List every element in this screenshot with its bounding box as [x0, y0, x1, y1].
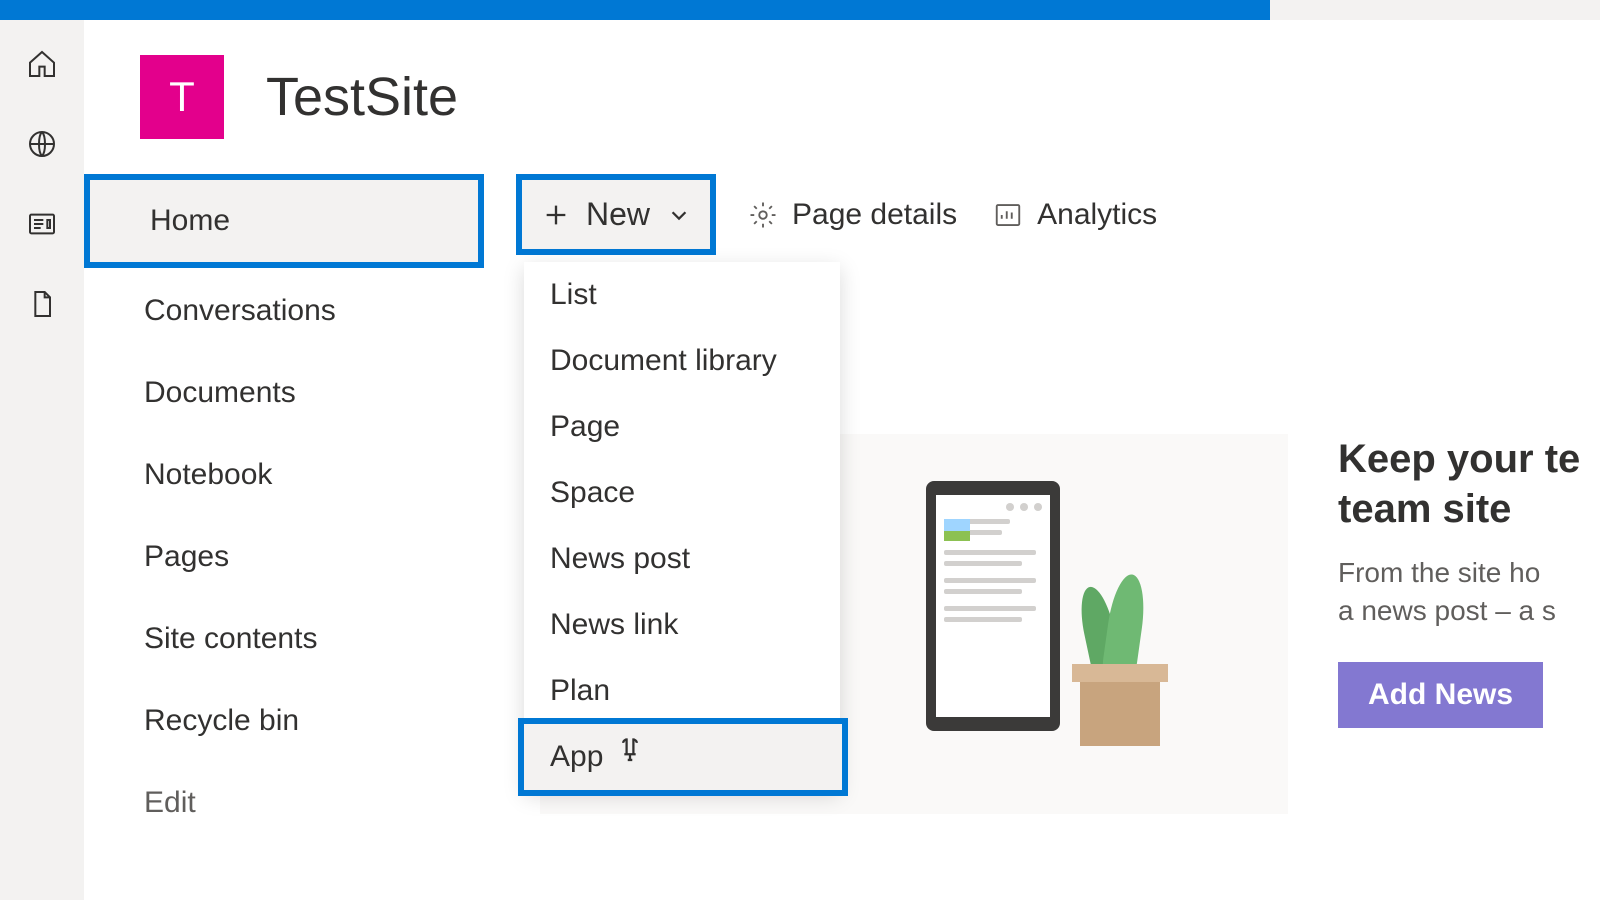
dropdown-item-page[interactable]: Page — [524, 394, 840, 460]
nav-item-conversations[interactable]: Conversations — [84, 270, 484, 352]
files-icon[interactable] — [26, 288, 58, 320]
dropdown-label: News link — [550, 608, 678, 641]
dropdown-item-space[interactable]: Space — [524, 460, 840, 526]
nav-item-pages[interactable]: Pages — [84, 516, 484, 598]
nav-label: Pages — [144, 540, 229, 573]
command-bar: New Page details Analytics — [516, 174, 1161, 255]
plus-icon — [542, 201, 570, 229]
add-news-button[interactable]: Add News — [1338, 662, 1543, 728]
news-title: Keep your te team site — [1338, 434, 1580, 534]
gear-icon — [748, 200, 778, 230]
page-details-button[interactable]: Page details — [744, 198, 961, 232]
new-button[interactable]: New — [516, 174, 716, 255]
nav-label: Notebook — [144, 458, 272, 491]
dropdown-label: List — [550, 278, 597, 311]
news-title-line2: team site — [1338, 487, 1511, 531]
nav-item-documents[interactable]: Documents — [84, 352, 484, 434]
dropdown-item-list[interactable]: List — [524, 262, 840, 328]
dropdown-item-news-post[interactable]: News post — [524, 526, 840, 592]
news-desc-line2: a news post – a s — [1338, 595, 1556, 626]
dropdown-label: Page — [550, 410, 620, 443]
nav-edit-link[interactable]: Edit — [84, 762, 484, 844]
news-column: Keep your te team site From the site ho … — [1338, 434, 1580, 728]
news-description: From the site ho a news post – a s — [1338, 554, 1580, 630]
dropdown-item-app[interactable]: App — [518, 718, 848, 796]
dropdown-label: Space — [550, 476, 635, 509]
nav-item-home[interactable]: Home — [84, 174, 484, 268]
nav-label: Conversations — [144, 294, 336, 327]
app-rail — [0, 20, 84, 900]
nav-item-site-contents[interactable]: Site contents — [84, 598, 484, 680]
dropdown-item-plan[interactable]: Plan — [524, 658, 840, 724]
analytics-icon — [993, 200, 1023, 230]
new-button-label: New — [586, 196, 650, 233]
hero-tablet-illustration — [926, 481, 1060, 731]
site-logo[interactable]: T — [140, 55, 224, 139]
nav-item-recycle-bin[interactable]: Recycle bin — [84, 680, 484, 762]
page-details-label: Page details — [792, 198, 957, 232]
dropdown-label: Plan — [550, 674, 610, 707]
chevron-down-icon — [668, 204, 690, 226]
site-header: T TestSite — [84, 20, 1600, 174]
news-title-line1: Keep your te — [1338, 437, 1580, 481]
dropdown-label: Document library — [550, 344, 777, 377]
add-news-label: Add News — [1368, 678, 1513, 711]
nav-label: Site contents — [144, 622, 317, 655]
site-logo-letter: T — [169, 73, 195, 121]
left-nav: Home Conversations Documents Notebook Pa… — [84, 174, 484, 844]
nav-label: Documents — [144, 376, 296, 409]
home-icon[interactable] — [26, 48, 58, 80]
hero-plant-illustration — [1080, 574, 1160, 746]
nav-label: Recycle bin — [144, 704, 299, 737]
analytics-label: Analytics — [1037, 198, 1157, 232]
nav-item-notebook[interactable]: Notebook — [84, 434, 484, 516]
nav-label: Home — [150, 204, 230, 237]
dropdown-label: App — [550, 740, 603, 773]
dropdown-label: News post — [550, 542, 690, 575]
news-icon[interactable] — [26, 208, 58, 240]
globe-icon[interactable] — [26, 128, 58, 160]
suite-bar — [0, 0, 1600, 20]
dropdown-item-news-link[interactable]: News link — [524, 592, 840, 658]
main-content: T TestSite Home Conversations Documents … — [84, 20, 1600, 900]
new-dropdown: List Document library Page Space News po… — [524, 262, 840, 790]
news-desc-line1: From the site ho — [1338, 557, 1540, 588]
analytics-button[interactable]: Analytics — [989, 198, 1161, 232]
nav-edit-label: Edit — [144, 786, 196, 819]
site-title: TestSite — [266, 66, 458, 128]
dropdown-item-document-library[interactable]: Document library — [524, 328, 840, 394]
